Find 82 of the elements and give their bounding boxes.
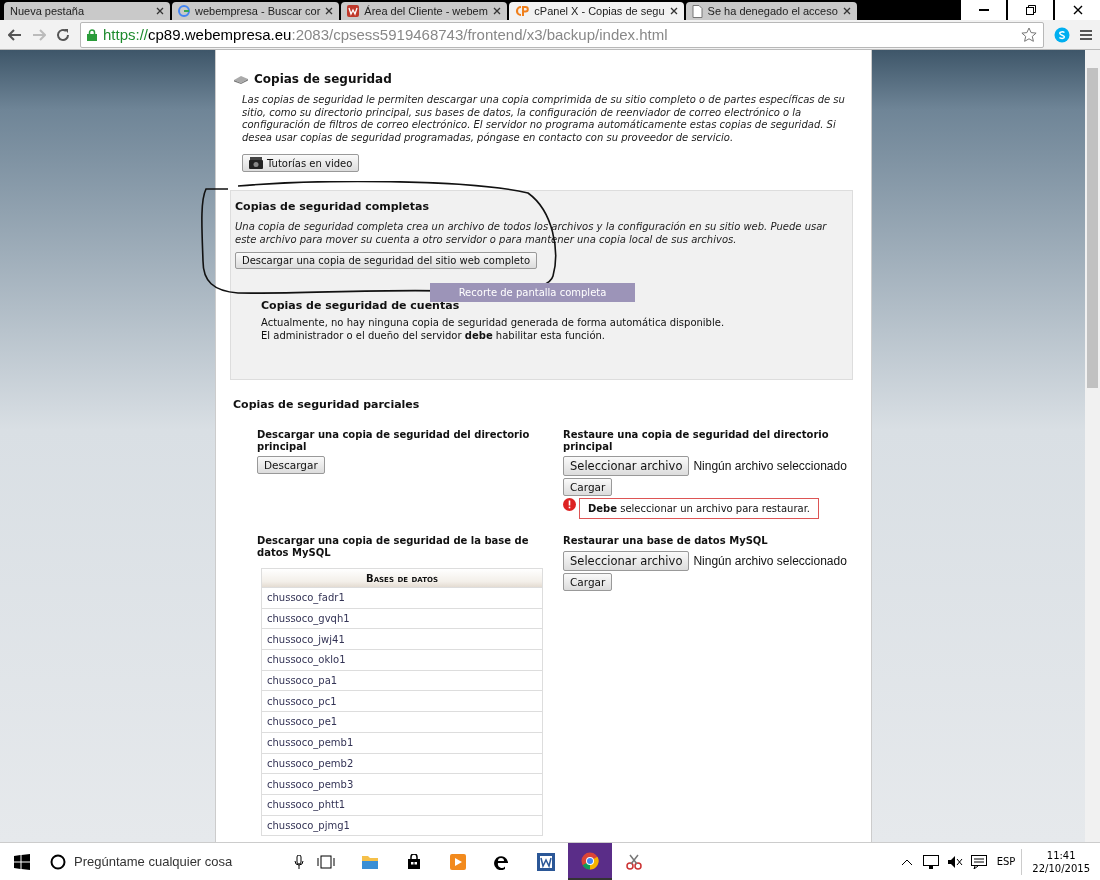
network-icon[interactable] bbox=[922, 854, 939, 869]
taskbar-app[interactable] bbox=[568, 843, 612, 880]
restore-icon bbox=[1025, 5, 1036, 15]
close-icon[interactable] bbox=[493, 7, 502, 15]
section-description: Las copias de seguridad le permiten descargar una copia comprimida de su sitio completo o de partes específicas de su sitio, como su directorio principal, sus bases de datos, la configuración de reenviador de correo electrónico o la configuración de filtros de correo electrónico. El servidor no programa automáticamente estas copias de seguridad. Si desea usar copias de seguridad programadas, póngase en contacto con su proveedor de servicio. bbox=[242, 94, 846, 144]
task-view-icon bbox=[317, 854, 335, 869]
clock[interactable]: 11:41 22/10/2015 bbox=[1021, 848, 1100, 875]
back-icon[interactable] bbox=[8, 28, 22, 41]
menu-icon[interactable] bbox=[1080, 28, 1092, 41]
column-title: Restaurar una base de datos MySQL bbox=[563, 535, 769, 547]
panel-title: Copias de seguridad completas bbox=[235, 200, 431, 213]
database-link[interactable]: chussoco_fadr1 bbox=[262, 587, 542, 608]
lock-icon bbox=[87, 28, 97, 41]
database-link[interactable]: chussoco_phtt1 bbox=[262, 793, 542, 815]
scissors-icon bbox=[625, 852, 643, 871]
section-title: Copias de seguridad parciales bbox=[233, 398, 421, 411]
circle-icon bbox=[50, 853, 66, 870]
browser-tab[interactable]: cPanel X - Copias de segu bbox=[509, 2, 684, 20]
windows-icon bbox=[14, 853, 30, 870]
column-title: Restaure una copia de seguridad del directorio principal bbox=[563, 429, 830, 452]
database-link[interactable]: chussoco_pa1 bbox=[262, 669, 542, 691]
database-link[interactable]: chussoco_pemb1 bbox=[262, 731, 542, 753]
minimize-icon bbox=[978, 9, 989, 11]
subsection-title: Copias de seguridad de cuentas bbox=[261, 299, 461, 312]
table-heading: Bases de datos bbox=[262, 569, 542, 587]
close-button[interactable] bbox=[1055, 0, 1100, 20]
minimize-button[interactable] bbox=[961, 0, 1006, 20]
choose-file-button[interactable]: Seleccionar archivo bbox=[563, 456, 690, 476]
error-icon bbox=[563, 498, 576, 511]
file-status: Ningún archivo seleccionado bbox=[693, 553, 847, 568]
brand-icon bbox=[347, 5, 360, 17]
database-link[interactable]: chussoco_pjmg1 bbox=[262, 814, 542, 836]
close-icon bbox=[1072, 5, 1083, 15]
column-title: Descargar una copia de seguridad del directorio principal bbox=[257, 429, 531, 452]
document-icon bbox=[537, 852, 555, 871]
page-icon bbox=[691, 4, 703, 18]
muted-speaker-icon[interactable] bbox=[946, 854, 963, 869]
database-link[interactable]: chussoco_oklo1 bbox=[262, 649, 542, 670]
search-field[interactable]: Pregúntame cualquier cosa bbox=[44, 843, 304, 880]
chrome-icon bbox=[581, 851, 599, 870]
brand-icon bbox=[515, 5, 530, 17]
column-title: Descargar una copia de seguridad de la base de datos MySQL bbox=[257, 535, 530, 558]
google-icon bbox=[178, 5, 190, 17]
download-button[interactable]: Descargar bbox=[257, 456, 325, 474]
camera-icon bbox=[249, 157, 263, 169]
database-link[interactable]: chussoco_gvqh1 bbox=[262, 607, 542, 629]
database-link[interactable]: chussoco_pemb3 bbox=[262, 773, 542, 794]
scrollbar[interactable] bbox=[1085, 50, 1100, 842]
folder-icon bbox=[361, 853, 379, 870]
notice-text: Actualmente, no hay ninguna copia de seguridad generada de forma automática disponible. El administrador o el dueño del servidor debe habilitar esta función. bbox=[261, 317, 726, 342]
error-message: Debe seleccionar un archivo para restaurar. bbox=[579, 498, 819, 519]
upload-button[interactable]: Cargar bbox=[563, 478, 613, 496]
download-full-backup-button[interactable]: Descargar una copia de seguridad del sitio web completo bbox=[235, 252, 537, 269]
language-indicator[interactable]: ESP bbox=[990, 856, 1022, 867]
database-link[interactable]: chussoco_jwj41 bbox=[262, 628, 542, 650]
browser-tab[interactable]: Se ha denegado el acceso bbox=[685, 2, 857, 20]
play-icon bbox=[450, 853, 466, 870]
notification-icon[interactable] bbox=[970, 854, 987, 869]
video-tutorials-button[interactable]: Tutorías en video bbox=[242, 154, 360, 172]
close-icon[interactable] bbox=[669, 7, 678, 15]
restore-button[interactable] bbox=[1008, 0, 1053, 20]
address-field[interactable]: https://cp89.webempresa.eu:2083/cpsess5919468743/frontend/x3/backup/index.html bbox=[80, 21, 1044, 48]
database-link[interactable]: chussoco_pe1 bbox=[262, 711, 542, 732]
edge-icon bbox=[494, 853, 510, 870]
microphone-icon[interactable] bbox=[294, 854, 304, 869]
choose-file-button[interactable]: Seleccionar archivo bbox=[563, 550, 690, 571]
database-link[interactable]: chussoco_pemb2 bbox=[262, 752, 542, 774]
star-icon[interactable] bbox=[1021, 26, 1037, 43]
bag-icon bbox=[407, 853, 421, 870]
close-icon[interactable] bbox=[156, 7, 164, 15]
section-title: Copias de seguridad bbox=[254, 72, 392, 86]
file-status: Ningún archivo seleccionado bbox=[693, 459, 847, 473]
browser-tab[interactable]: webempresa - Buscar cor bbox=[172, 2, 340, 20]
close-icon[interactable] bbox=[325, 7, 334, 15]
close-icon[interactable] bbox=[842, 7, 851, 15]
snip-tooltip: Recorte de pantalla completa bbox=[430, 283, 635, 302]
database-link[interactable]: chussoco_pc1 bbox=[262, 690, 542, 712]
upload-button[interactable]: Cargar bbox=[563, 572, 613, 591]
caret-icon[interactable] bbox=[900, 857, 913, 866]
browser-tab[interactable]: Área del Cliente - webem bbox=[341, 2, 508, 20]
browser-tab[interactable]: Nueva pestaña bbox=[4, 2, 170, 20]
reload-icon[interactable] bbox=[56, 27, 70, 42]
